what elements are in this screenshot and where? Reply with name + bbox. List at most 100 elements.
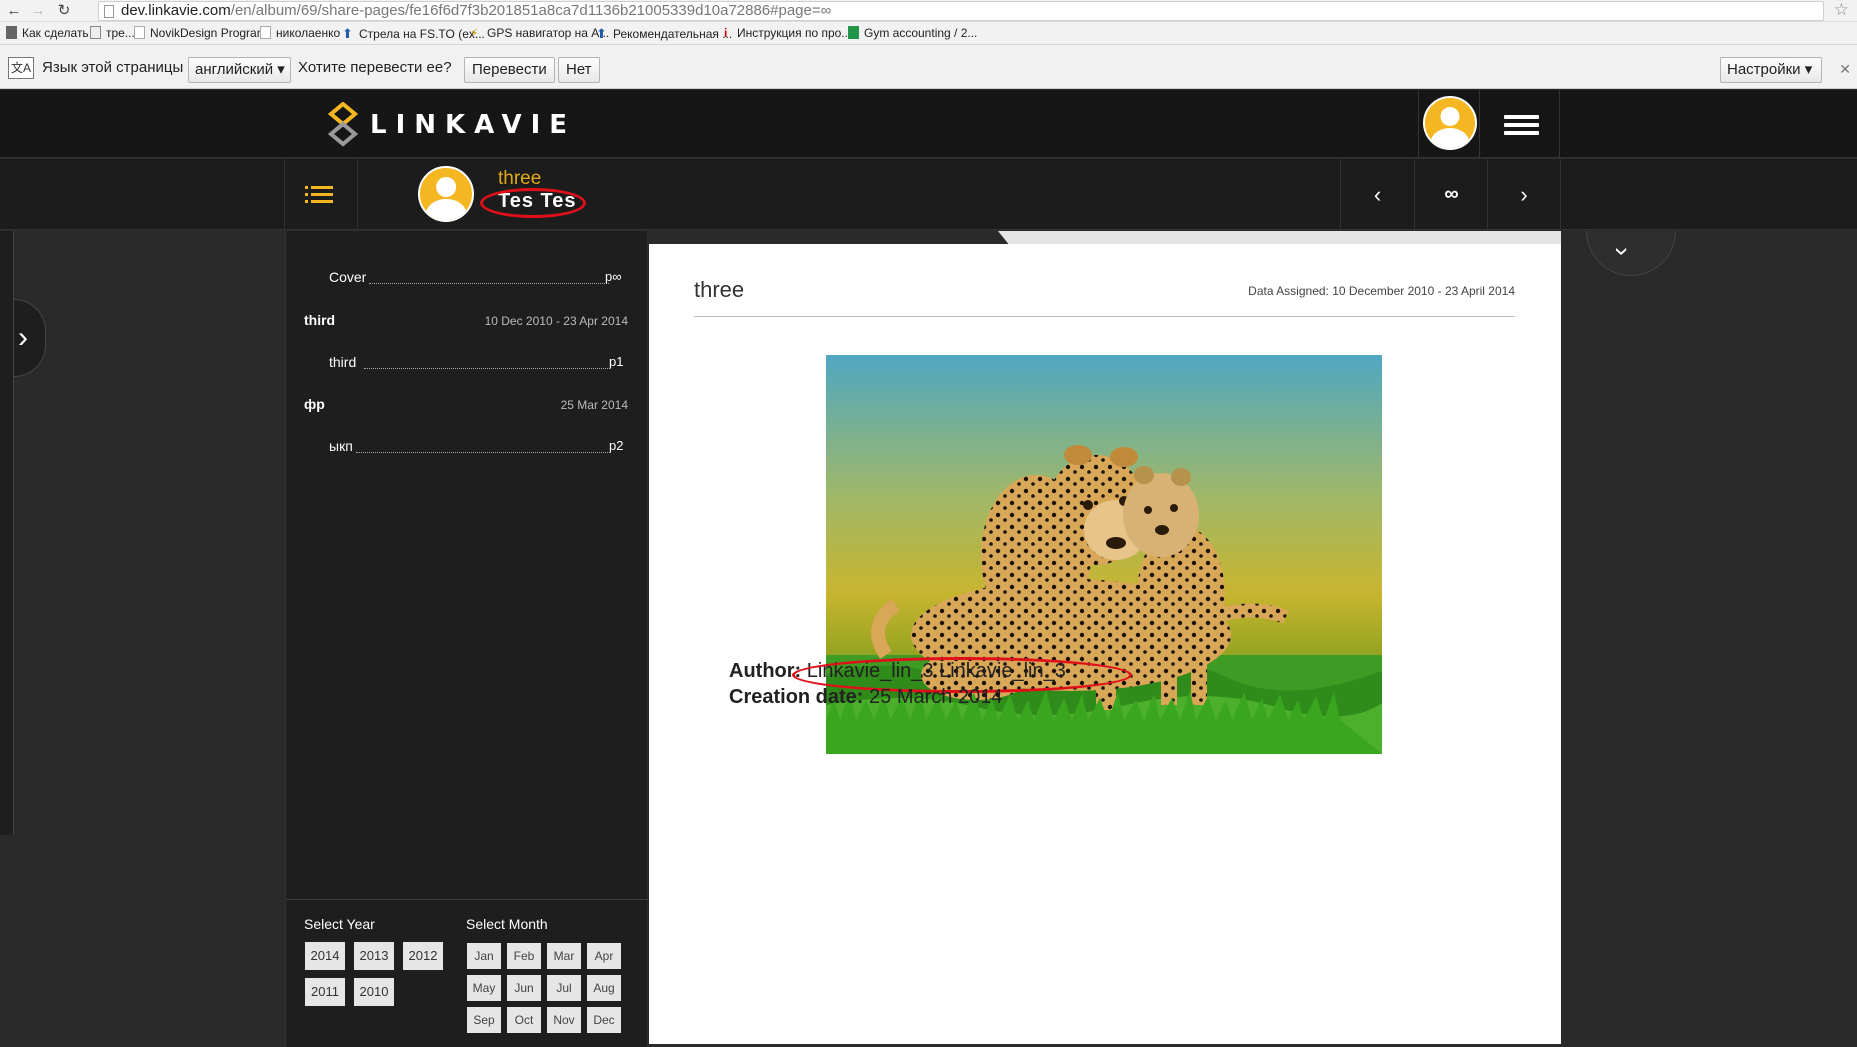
bookmark-star-icon[interactable]: ☆ [1834, 0, 1849, 20]
month-button[interactable]: Oct [507, 1007, 541, 1033]
page-tab-edge [998, 231, 1561, 245]
month-button[interactable]: Jun [507, 975, 541, 1001]
sheet-icon [848, 26, 859, 39]
info-icon: i [724, 26, 728, 40]
translate-icon: 文A [8, 57, 34, 79]
back-icon[interactable]: ← [4, 1, 24, 21]
chevron-right-icon: › [1520, 182, 1528, 207]
month-button[interactable]: Aug [587, 975, 621, 1001]
user-avatar[interactable] [1423, 96, 1477, 150]
toc-section-date: 25 Mar 2014 [560, 398, 628, 412]
bookmark-item[interactable]: Как сделать 5 [6, 25, 99, 42]
hamburger-icon [1504, 115, 1539, 135]
profile-cell[interactable] [1418, 90, 1480, 158]
bookmark-item[interactable]: ⬆ Рекомендательная ... [596, 25, 732, 43]
linkavie-logo[interactable]: LINKAVIE [328, 102, 576, 148]
annotation-oval [480, 188, 586, 218]
translate-question: Хотите перевести ее? [298, 59, 452, 76]
album-title: three [498, 168, 542, 189]
author-label: Author: [729, 660, 802, 682]
no-translate-button[interactable]: Нет [558, 57, 600, 83]
month-button[interactable]: Jan [467, 943, 501, 969]
translate-bar: 文A Язык этой страницы английский ▾ Хотит… [0, 45, 1857, 89]
toc-toggle-button[interactable] [284, 159, 358, 230]
select-year-label: Select Year [304, 916, 375, 932]
settings-select[interactable]: Настройки ▾ [1720, 57, 1822, 83]
toc-sidebar: Cover p∞ third 10 Dec 2010 - 23 Apr 2014… [285, 231, 648, 1047]
all-pages-button[interactable]: ∞ [1414, 159, 1488, 230]
month-button[interactable]: Nov [547, 1007, 581, 1033]
creation-date-line: Creation date: 25 March 2014 [729, 686, 1002, 709]
forward-icon[interactable]: → [28, 1, 48, 21]
chevron-down-icon: › [1607, 247, 1638, 256]
bookmark-item[interactable]: николаенко [260, 25, 340, 42]
toc-item-cover[interactable]: Cover [329, 269, 366, 285]
site-header [0, 90, 1857, 158]
reload-icon[interactable]: ↻ [54, 1, 74, 21]
toc-leader [364, 368, 610, 369]
toc-page-number: p∞ [605, 269, 622, 284]
chevron-right-icon: › [18, 321, 28, 354]
url-field[interactable]: dev.linkavie.com/en/album/69/share-pages… [98, 1, 1824, 21]
toc-page-number: p1 [609, 354, 624, 369]
date-assigned: Data Assigned: 10 December 2010 - 23 Apr… [1248, 284, 1515, 298]
page-title: three [694, 277, 745, 302]
bookmark-item[interactable]: ⚡ GPS навигатор на А... [470, 25, 609, 42]
bookmark-item[interactable]: NovikDesign Program [134, 25, 267, 42]
select-month-label: Select Month [466, 916, 548, 932]
year-button[interactable]: 2013 [354, 942, 394, 970]
bookmark-item[interactable]: тре... [90, 25, 135, 42]
album-owner-avatar [418, 166, 474, 222]
close-icon[interactable]: ✕ [1839, 61, 1851, 78]
expand-left-button[interactable]: › [14, 299, 46, 377]
page-icon [260, 26, 271, 39]
bookmark-item[interactable]: ⬆ Стрела на FS.TO (ex... [342, 25, 485, 43]
toc-item[interactable]: ыкп [329, 438, 353, 454]
date-selector: Select Year Select Month 2014 2013 2012 … [286, 899, 648, 1047]
translate-lang-label: Язык этой страницы [42, 59, 184, 76]
bookmark-item[interactable]: i Инструкция по про... [724, 25, 851, 42]
toc-item[interactable]: third [329, 354, 356, 370]
month-button[interactable]: Feb [507, 943, 541, 969]
prev-page-button[interactable]: ‹ [1340, 159, 1414, 230]
left-panel-edge [0, 231, 14, 835]
logo-text: LINKAVIE [370, 110, 577, 140]
translate-button[interactable]: Перевести [464, 57, 555, 83]
toc-section-title[interactable]: фр [304, 396, 325, 412]
toc-section-date: 10 Dec 2010 - 23 Apr 2014 [484, 314, 628, 328]
site-icon [6, 26, 17, 39]
toc-section-title[interactable]: third [304, 312, 335, 328]
year-button[interactable]: 2010 [354, 978, 394, 1006]
url-path: /en/album/69/share-pages/fe16f6d7f3b2018… [230, 2, 832, 19]
language-select[interactable]: английский ▾ [188, 57, 291, 83]
main-menu-button[interactable] [1480, 90, 1560, 158]
logo-mark-icon [328, 102, 358, 147]
bookmark-item[interactable]: Gym accounting / 2... [848, 25, 977, 42]
chevron-left-icon: ‹ [1373, 182, 1382, 207]
album-bar [0, 159, 1857, 230]
creation-date-label: Creation date: [729, 686, 864, 708]
month-button[interactable]: May [467, 975, 501, 1001]
month-button[interactable]: Dec [587, 1007, 621, 1033]
url-host: dev.linkavie.com [121, 2, 231, 19]
browser-address-bar: ← → ↻ dev.linkavie.com/en/album/69/share… [0, 0, 1857, 22]
year-button[interactable]: 2014 [305, 942, 345, 970]
month-button[interactable]: Apr [587, 943, 621, 969]
month-button[interactable]: Jul [547, 975, 581, 1001]
arrow-up-icon: ⬆ [596, 26, 607, 41]
next-page-button[interactable]: › [1487, 159, 1561, 230]
album-page: three Data Assigned: 10 December 2010 - … [649, 244, 1561, 1044]
arrow-up-icon: ⬆ [342, 26, 353, 41]
year-button[interactable]: 2012 [403, 942, 443, 970]
expand-right-button[interactable]: › [1586, 231, 1676, 276]
gps-icon: ⚡ [470, 26, 479, 40]
divider [694, 316, 1515, 317]
year-button[interactable]: 2011 [305, 978, 345, 1006]
month-button[interactable]: Sep [467, 1007, 501, 1033]
page-icon [104, 5, 114, 18]
toc-leader [369, 283, 609, 284]
toc-leader [356, 452, 610, 453]
bookmarks-bar: Как сделать 5 тре... NovikDesign Program… [0, 22, 1857, 45]
month-button[interactable]: Mar [547, 943, 581, 969]
page-icon [134, 26, 145, 39]
